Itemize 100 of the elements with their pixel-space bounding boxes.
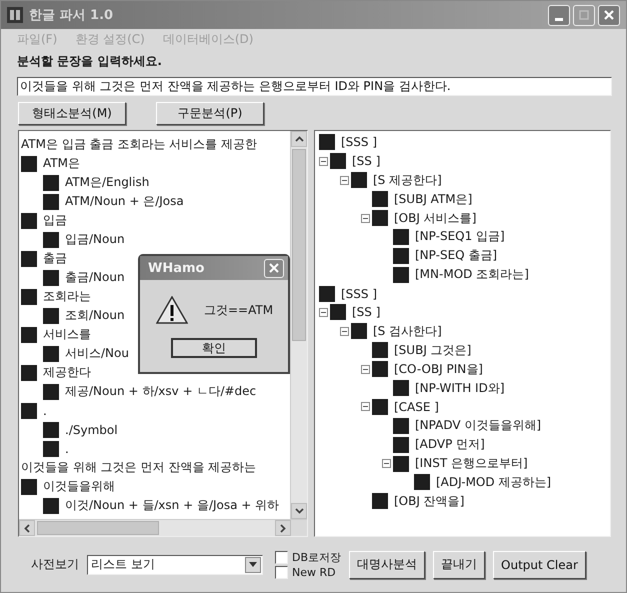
tree-item[interactable]: [SUBJ 그것은]: [394, 342, 472, 359]
warning-icon: [156, 296, 188, 324]
square-icon: [372, 210, 388, 226]
chevron-down-icon: [294, 508, 304, 514]
tree-item[interactable]: 제공/Noun + 하/xsv + ㄴ다/#dec: [65, 383, 256, 400]
tree-item[interactable]: [OBJ 서비스를]: [394, 210, 476, 226]
collapse-icon[interactable]: [361, 402, 370, 412]
analysis-button[interactable]: 구문분석(P): [156, 102, 264, 125]
collapse-icon[interactable]: [361, 364, 370, 374]
tree-item[interactable]: [ADJ-MOD 제공하는]: [436, 474, 552, 491]
tree-item[interactable]: 서비스를: [43, 326, 91, 343]
close-button[interactable]: [264, 258, 284, 278]
dialog-title: WHamo: [148, 260, 204, 276]
tree-item[interactable]: 이것들을위해: [43, 478, 115, 495]
tree-item[interactable]: .: [43, 404, 47, 418]
close-icon: [604, 10, 614, 20]
square-icon: [43, 194, 59, 210]
tree-item[interactable]: [MN-MOD 조회라는]: [415, 266, 529, 284]
scroll-thumb[interactable]: [37, 521, 159, 535]
tree-item[interactable]: [CO-OBJ PIN을]: [394, 360, 483, 378]
checkbox[interactable]: [275, 566, 288, 578]
tree-item[interactable]: ./Symbol: [65, 422, 118, 436]
tree-item[interactable]: 출금: [43, 250, 67, 267]
square-icon: [393, 248, 409, 264]
tree-item[interactable]: [NP-WITH ID와]: [415, 380, 505, 397]
tree-item[interactable]: [NP-SEQ1 입금]: [415, 228, 505, 246]
square-icon: [414, 474, 430, 490]
tree-item[interactable]: .: [65, 442, 69, 456]
action-button[interactable]: Output Clear: [493, 550, 586, 578]
dictionary-label: 사전보기: [31, 556, 79, 573]
square-icon: [43, 440, 59, 456]
vertical-scrollbar[interactable]: [290, 131, 307, 519]
tree-item[interactable]: 조회/Noun: [65, 307, 125, 324]
action-button[interactable]: 대명사분석: [349, 550, 426, 578]
tree-item[interactable]: ATM은: [43, 155, 80, 172]
square-icon: [393, 380, 409, 396]
square-icon: [21, 326, 37, 342]
dictionary-view-dropdown[interactable]: 리스트 보기: [87, 554, 263, 574]
checkbox[interactable]: [275, 550, 288, 564]
tree-item[interactable]: [S 제공한다]: [373, 172, 442, 189]
tree-item[interactable]: 출금/Noun: [65, 269, 125, 286]
collapse-icon[interactable]: [382, 459, 391, 468]
square-icon: [319, 134, 335, 150]
prompt-label: 분석할 문장을 입력하세요.: [16, 53, 163, 70]
tree-item[interactable]: [SS ]: [352, 305, 380, 320]
tree-item[interactable]: [OBJ 잔액을]: [394, 492, 464, 510]
scroll-left-button[interactable]: [19, 520, 35, 536]
tree-item[interactable]: ATM은/English: [65, 174, 150, 191]
horizontal-scrollbar[interactable]: [19, 519, 307, 536]
scroll-up-button[interactable]: [291, 131, 307, 147]
square-icon: [21, 250, 37, 266]
tree-item[interactable]: [NP-SEQ 출금]: [415, 247, 498, 264]
tree-item[interactable]: [SS ]: [352, 154, 380, 168]
tree-item[interactable]: 입금: [43, 212, 67, 229]
scroll-down-button[interactable]: [291, 503, 307, 519]
tree-item[interactable]: [SSS ]: [341, 286, 378, 301]
scroll-thumb[interactable]: [292, 149, 306, 341]
tree-item[interactable]: ATM/Noun + 은/Josa: [65, 193, 184, 210]
app-icon: [7, 7, 23, 23]
tree-item[interactable]: 제공한다: [43, 364, 91, 381]
tree-item[interactable]: 이것/Noun + 들/xsn + 을/Josa + 위하: [65, 497, 280, 514]
square-icon: [43, 346, 59, 362]
scroll-right-button[interactable]: [275, 520, 291, 536]
collapse-icon[interactable]: [319, 156, 328, 166]
square-icon: [21, 402, 37, 418]
sentence-text: ATM은 입금 출금 조회라는 서비스를 제공한: [21, 136, 258, 153]
analysis-button[interactable]: 형태소분석(M): [18, 102, 126, 125]
tree-item[interactable]: [NPADV 이것들을위해]: [415, 417, 542, 434]
sentence-text: 이것들을 위해 그것은 먼저 잔액을 제공하는: [21, 459, 256, 476]
tree-item[interactable]: [CASE ]: [394, 400, 439, 414]
tree-item[interactable]: 조회라는: [43, 288, 91, 305]
tree-item[interactable]: 입금/Noun: [65, 231, 125, 248]
square-icon: [21, 156, 37, 172]
square-icon: [330, 153, 346, 170]
sentence-input[interactable]: 이것들을 위해 그것은 먼저 잔액을 제공하는 은행으로부터 ID와 PIN을 검사한다.: [17, 77, 612, 96]
square-icon: [43, 270, 59, 286]
collapse-icon[interactable]: [340, 326, 349, 336]
checkbox-label: DB로저장: [292, 550, 342, 564]
tree-item[interactable]: [SUBJ ATM은]: [394, 190, 472, 208]
close-button[interactable]: [598, 4, 620, 26]
square-icon: [330, 304, 346, 320]
chevron-up-icon: [294, 136, 304, 142]
square-icon: [43, 174, 59, 190]
tree-item[interactable]: [ADVP 먼저]: [415, 436, 485, 454]
action-button[interactable]: 끝내기: [433, 550, 486, 578]
minimize-button[interactable]: [548, 4, 570, 26]
minimize-icon: [555, 18, 563, 20]
tree-item[interactable]: [SSS ]: [341, 135, 378, 150]
ok-button[interactable]: 확인: [171, 338, 257, 358]
collapse-icon[interactable]: [361, 214, 370, 222]
square-icon: [21, 478, 37, 494]
square-icon: [393, 228, 409, 245]
square-icon: [393, 456, 409, 472]
tree-item[interactable]: [INST 은행으로부터]: [415, 455, 528, 472]
square-icon: [319, 286, 335, 302]
tree-item[interactable]: [S 검사한다]: [373, 322, 442, 340]
tree-item[interactable]: 서비스/Nou: [65, 345, 129, 362]
square-icon: [372, 398, 388, 415]
collapse-icon[interactable]: [340, 176, 349, 185]
collapse-icon[interactable]: [319, 308, 328, 317]
